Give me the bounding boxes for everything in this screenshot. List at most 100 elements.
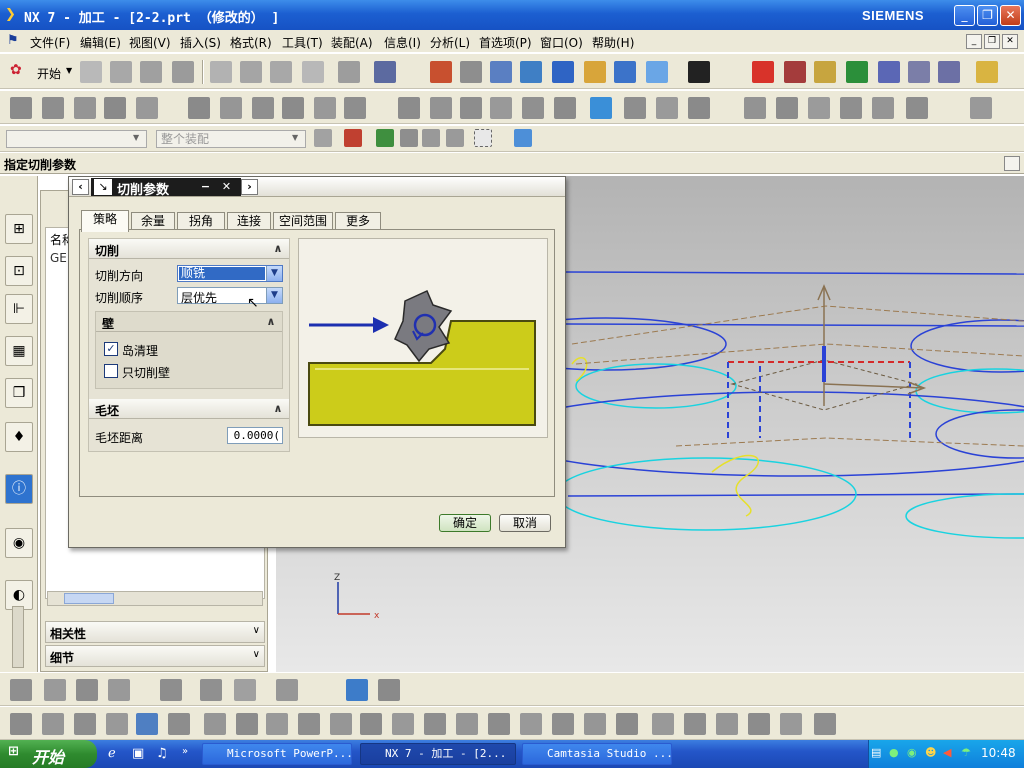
curve-icon[interactable] xyxy=(656,97,678,119)
line-icon[interactable] xyxy=(688,97,710,119)
select-body-icon[interactable] xyxy=(514,129,532,147)
rotate-object-icon[interactable] xyxy=(392,713,414,735)
assembly-filter-icon[interactable] xyxy=(314,129,332,147)
menu-preferences[interactable]: 首选项(P) xyxy=(479,34,532,51)
geometry-navigator-tab-icon[interactable]: ▦ xyxy=(5,336,33,366)
tab-corners[interactable]: 拐角 xyxy=(177,212,225,230)
shell-icon[interactable] xyxy=(430,97,452,119)
quicklaunch-more-icon[interactable]: » xyxy=(182,746,188,757)
snap-intersect-icon[interactable] xyxy=(446,129,464,147)
print-icon[interactable] xyxy=(172,61,194,83)
start-menu-button[interactable]: ⊞ 开始 xyxy=(0,740,97,768)
draft-icon[interactable] xyxy=(460,97,482,119)
reuse-library-tab-icon[interactable]: ❒ xyxy=(5,378,33,408)
surface-icon[interactable] xyxy=(808,97,830,119)
display-object-icon[interactable] xyxy=(520,713,542,735)
history-tab-icon[interactable]: ⓘ xyxy=(5,474,33,504)
taskbar-item-camtasia[interactable]: Camtasia Studio ... xyxy=(522,743,672,765)
cut-icon[interactable] xyxy=(210,61,232,83)
sketch-icon[interactable] xyxy=(624,97,646,119)
edit-object-icon[interactable] xyxy=(10,713,32,735)
generate-toolpath-icon[interactable] xyxy=(136,713,158,735)
sync-tray-icon[interactable]: ◉ xyxy=(907,746,917,759)
web-browser-tab-icon[interactable]: ◉ xyxy=(5,528,33,558)
loop-icon[interactable] xyxy=(748,713,770,735)
more-tools-icon[interactable] xyxy=(814,713,836,735)
network-tray-icon[interactable]: ● xyxy=(889,746,899,759)
dialog-close-icon[interactable]: ✕ xyxy=(218,179,235,195)
cut-area-icon[interactable] xyxy=(684,713,706,735)
group-object-icon[interactable] xyxy=(456,713,478,735)
copy-object-icon[interactable] xyxy=(74,713,96,735)
collapse-wall-icon[interactable]: ∧ xyxy=(264,315,278,329)
wcs-orient-icon[interactable] xyxy=(784,61,806,83)
start-button[interactable]: 开始 xyxy=(37,65,61,82)
verify-path-icon[interactable] xyxy=(878,61,900,83)
dependencies-expand-icon[interactable]: ∨ xyxy=(253,625,260,636)
doc-minimize-button[interactable]: _ xyxy=(966,34,982,49)
type-filter-dropdown-icon[interactable]: ▼ xyxy=(133,133,139,142)
save-icon[interactable] xyxy=(140,61,162,83)
shop-doc-icon[interactable] xyxy=(346,679,368,701)
minimize-button[interactable]: _ xyxy=(954,5,975,26)
blank-distance-input[interactable]: 0.0000( xyxy=(227,427,283,444)
simulate-machine-icon[interactable] xyxy=(266,713,288,735)
create-geometry-icon[interactable] xyxy=(76,679,98,701)
paste-object-icon[interactable] xyxy=(106,713,128,735)
collapse-cutting-icon[interactable]: ∧ xyxy=(271,242,285,256)
scrollbar-thumb[interactable] xyxy=(64,593,114,604)
trim-body-icon[interactable] xyxy=(282,97,304,119)
fit-view-icon[interactable] xyxy=(430,61,452,83)
shaded-view-icon[interactable] xyxy=(646,61,668,83)
create-method-icon[interactable] xyxy=(108,679,130,701)
machine-tool-navigator-tab-icon[interactable]: ⊡ xyxy=(5,256,33,286)
doc-restore-button[interactable]: ❐ xyxy=(984,34,1000,49)
blend-icon[interactable] xyxy=(344,97,366,119)
postprocess-icon[interactable] xyxy=(938,61,960,83)
menu-assembly[interactable]: 装配(A) xyxy=(331,34,373,51)
blank-group-header[interactable]: 毛坯 ∧ xyxy=(89,399,289,419)
menu-view[interactable]: 视图(V) xyxy=(129,34,171,51)
chain-link-icon[interactable] xyxy=(200,679,222,701)
ok-button[interactable]: 确定 xyxy=(439,514,491,532)
island-cleanup-checkbox[interactable]: ✓ xyxy=(104,342,118,356)
delete-icon[interactable] xyxy=(302,61,324,83)
start-dropdown-icon[interactable]: ▼ xyxy=(66,66,72,75)
media-quicklaunch-icon[interactable]: ♫ xyxy=(156,746,168,761)
tab-containment[interactable]: 空间范围 xyxy=(273,212,333,230)
select-icon[interactable] xyxy=(908,61,930,83)
undo-icon[interactable] xyxy=(338,61,360,83)
thicken-icon[interactable] xyxy=(906,97,928,119)
generate-path-icon[interactable] xyxy=(814,61,836,83)
type-filter-select[interactable] xyxy=(6,130,147,148)
roles-tab-icon[interactable]: ♦ xyxy=(5,422,33,452)
rotate-icon[interactable] xyxy=(552,61,574,83)
assembly-scope-select[interactable]: 整个装配 xyxy=(156,130,306,148)
cut-order-dropdown-icon[interactable]: ▼ xyxy=(266,288,282,303)
subtract-icon[interactable] xyxy=(220,97,242,119)
curve-drive-icon[interactable] xyxy=(276,679,298,701)
dialog-minimize-icon[interactable]: − xyxy=(197,179,214,195)
ie-quicklaunch-icon[interactable]: ℯ xyxy=(108,746,116,761)
rectangle-select-icon[interactable] xyxy=(474,129,492,147)
info-object-icon[interactable] xyxy=(488,713,510,735)
add-point-icon[interactable] xyxy=(234,679,256,701)
zoom-icon[interactable] xyxy=(490,61,512,83)
menu-file[interactable]: 文件(F) xyxy=(30,34,70,51)
desktop-quicklaunch-icon[interactable]: ▣ xyxy=(132,746,144,761)
split-body-icon[interactable] xyxy=(314,97,336,119)
tab-connections[interactable]: 连接 xyxy=(227,212,271,230)
keyboard-tray-icon[interactable]: ▤ xyxy=(871,746,881,759)
feature-machining-icon[interactable] xyxy=(378,679,400,701)
details-section[interactable]: 细节 ∨ xyxy=(45,645,265,667)
cut-object-icon[interactable] xyxy=(42,713,64,735)
open-file-icon[interactable] xyxy=(110,61,132,83)
snap-center-icon[interactable] xyxy=(422,129,440,147)
tab-more[interactable]: 更多 xyxy=(335,212,381,230)
dialog-next-icon[interactable]: › xyxy=(241,179,258,195)
postprocess-output-icon[interactable] xyxy=(298,713,320,735)
wall-only-checkbox[interactable] xyxy=(104,364,118,378)
tab-stock[interactable]: 余量 xyxy=(131,212,175,230)
cancel-button[interactable]: 取消 xyxy=(499,514,551,532)
taskbar-item-powerpoint[interactable]: Microsoft PowerP... xyxy=(202,743,352,765)
